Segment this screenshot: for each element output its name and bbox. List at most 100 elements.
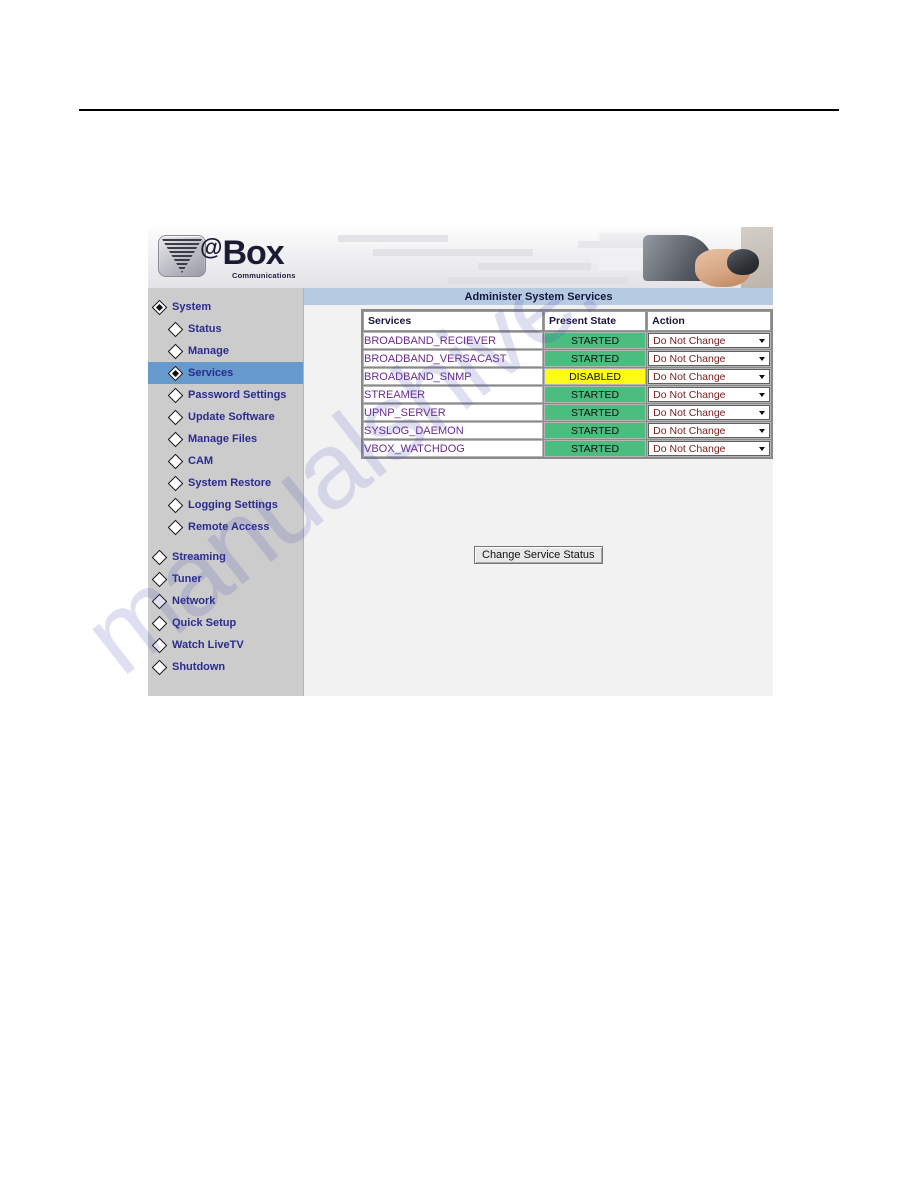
banner-streak (373, 249, 533, 256)
sidebar-item-label: CAM (188, 455, 214, 467)
change-service-status-button[interactable]: Change Service Status (474, 546, 603, 564)
service-name-cell: SYSLOG_DAEMON (363, 422, 543, 439)
diamond-outline-icon (167, 497, 184, 513)
chevron-down-icon (755, 442, 769, 455)
column-header-services: Services (363, 311, 543, 331)
table-row: BROADBAND_VERSACAST STARTED Do Not Change (363, 350, 771, 367)
chevron-down-icon (755, 334, 769, 347)
sidebar-item-label: Watch LiveTV (172, 639, 244, 651)
sidebar-group-spacer (148, 538, 303, 546)
sidebar-item-shutdown[interactable]: Shutdown (148, 656, 303, 678)
sidebar-item-manage[interactable]: Manage (148, 340, 303, 362)
sidebar-item-label: Status (188, 323, 222, 335)
table-row: BROADBAND_RECIEVER STARTED Do Not Change (363, 332, 771, 349)
action-select[interactable]: Do Not Change (648, 387, 770, 402)
diamond-outline-icon (151, 637, 168, 653)
banner-photo-mouse (727, 249, 759, 275)
sidebar-item-system[interactable]: System (148, 296, 303, 318)
action-select-value: Do Not Change (653, 442, 726, 455)
brand-at-symbol: @ (200, 234, 223, 260)
diamond-filled-icon (167, 365, 184, 381)
sidebar-item-label: Password Settings (188, 389, 287, 401)
diamond-outline-icon (167, 387, 184, 403)
sidebar-item-quick-setup[interactable]: Quick Setup (148, 612, 303, 634)
service-state-cell: STARTED (543, 404, 647, 421)
sidebar-item-label: Manage Files (188, 433, 258, 445)
sidebar-item-update-software[interactable]: Update Software (148, 406, 303, 428)
action-select[interactable]: Do Not Change (648, 405, 770, 420)
diamond-outline-icon (151, 549, 168, 565)
action-select[interactable]: Do Not Change (648, 423, 770, 438)
service-state-cell: STARTED (543, 332, 647, 349)
action-select-value: Do Not Change (653, 334, 726, 347)
table-row: VBOX_WATCHDOG STARTED Do Not Change (363, 440, 771, 457)
sidebar-item-label: Quick Setup (172, 617, 237, 629)
logo-v-glyph (162, 239, 202, 273)
sidebar-item-label: Update Software (188, 411, 275, 423)
action-select[interactable]: Do Not Change (648, 369, 770, 384)
sidebar-item-network[interactable]: Network (148, 590, 303, 612)
diamond-outline-icon (151, 593, 168, 609)
sidebar-item-label: Services (188, 367, 234, 379)
service-name-cell: VBOX_WATCHDOG (363, 440, 543, 457)
chevron-down-icon (755, 388, 769, 401)
brand-subtitle: Communications (232, 271, 296, 280)
banner-photo (591, 227, 773, 288)
sidebar-item-streaming[interactable]: Streaming (148, 546, 303, 568)
sidebar-item-services[interactable]: Services (148, 362, 303, 384)
action-select[interactable]: Do Not Change (648, 441, 770, 456)
service-state-cell: STARTED (543, 350, 647, 367)
sidebar-item-label: Streaming (172, 551, 226, 563)
service-action-cell: Do Not Change (647, 440, 771, 457)
table-row: BROADBAND_SNMP DISABLED Do Not Change (363, 368, 771, 385)
sidebar-top-spacer (148, 288, 303, 296)
page-horizontal-rule (79, 109, 839, 111)
table-header-row: Services Present State Action (363, 311, 771, 331)
action-select-value: Do Not Change (653, 388, 726, 401)
sidebar-item-label: Logging Settings (188, 499, 278, 511)
diamond-outline-icon (167, 431, 184, 447)
brand-box-text: Box (222, 234, 284, 272)
service-name-cell: STREAMER (363, 386, 543, 403)
sidebar-item-status[interactable]: Status (148, 318, 303, 340)
diamond-outline-icon (167, 475, 184, 491)
action-select-value: Do Not Change (653, 424, 726, 437)
vbox-web-ui-window: @Box Communications System Status Manage Se… (148, 227, 773, 696)
app-banner: @Box Communications (148, 227, 773, 288)
action-select[interactable]: Do Not Change (648, 333, 770, 348)
sidebar-item-watch-livetv[interactable]: Watch LiveTV (148, 634, 303, 656)
diamond-outline-icon (151, 571, 168, 587)
service-action-cell: Do Not Change (647, 332, 771, 349)
chevron-down-icon (755, 370, 769, 383)
sidebar-item-system-restore[interactable]: System Restore (148, 472, 303, 494)
content-panel: Administer System Services Services Pres… (304, 288, 773, 696)
chevron-down-icon (755, 424, 769, 437)
diamond-outline-icon (167, 519, 184, 535)
services-table: Services Present State Action BROADBAND_… (361, 309, 773, 459)
diamond-outline-icon (167, 343, 184, 359)
sidebar-item-tuner[interactable]: Tuner (148, 568, 303, 590)
action-select-value: Do Not Change (653, 352, 726, 365)
diamond-filled-icon (151, 299, 168, 315)
sidebar-item-logging-settings[interactable]: Logging Settings (148, 494, 303, 516)
banner-streak (338, 235, 448, 242)
service-state-cell: STARTED (543, 386, 647, 403)
app-body: System Status Manage Services Password Setti… (148, 288, 773, 696)
page-title: Administer System Services (464, 290, 613, 303)
service-name-cell: UPNP_SERVER (363, 404, 543, 421)
diamond-outline-icon (151, 615, 168, 631)
vbox-logo-icon (158, 235, 206, 277)
service-state-cell: STARTED (543, 422, 647, 439)
action-select[interactable]: Do Not Change (648, 351, 770, 366)
sidebar-item-password-settings[interactable]: Password Settings (148, 384, 303, 406)
sidebar-item-manage-files[interactable]: Manage Files (148, 428, 303, 450)
sidebar-item-label: Manage (188, 345, 229, 357)
diamond-outline-icon (167, 453, 184, 469)
services-table-body: BROADBAND_RECIEVER STARTED Do Not Change BR… (363, 332, 771, 457)
table-row: STREAMER STARTED Do Not Change (363, 386, 771, 403)
chevron-down-icon (755, 406, 769, 419)
sidebar-item-remote-access[interactable]: Remote Access (148, 516, 303, 538)
sidebar-item-cam[interactable]: CAM (148, 450, 303, 472)
column-header-action: Action (647, 311, 771, 331)
service-action-cell: Do Not Change (647, 386, 771, 403)
